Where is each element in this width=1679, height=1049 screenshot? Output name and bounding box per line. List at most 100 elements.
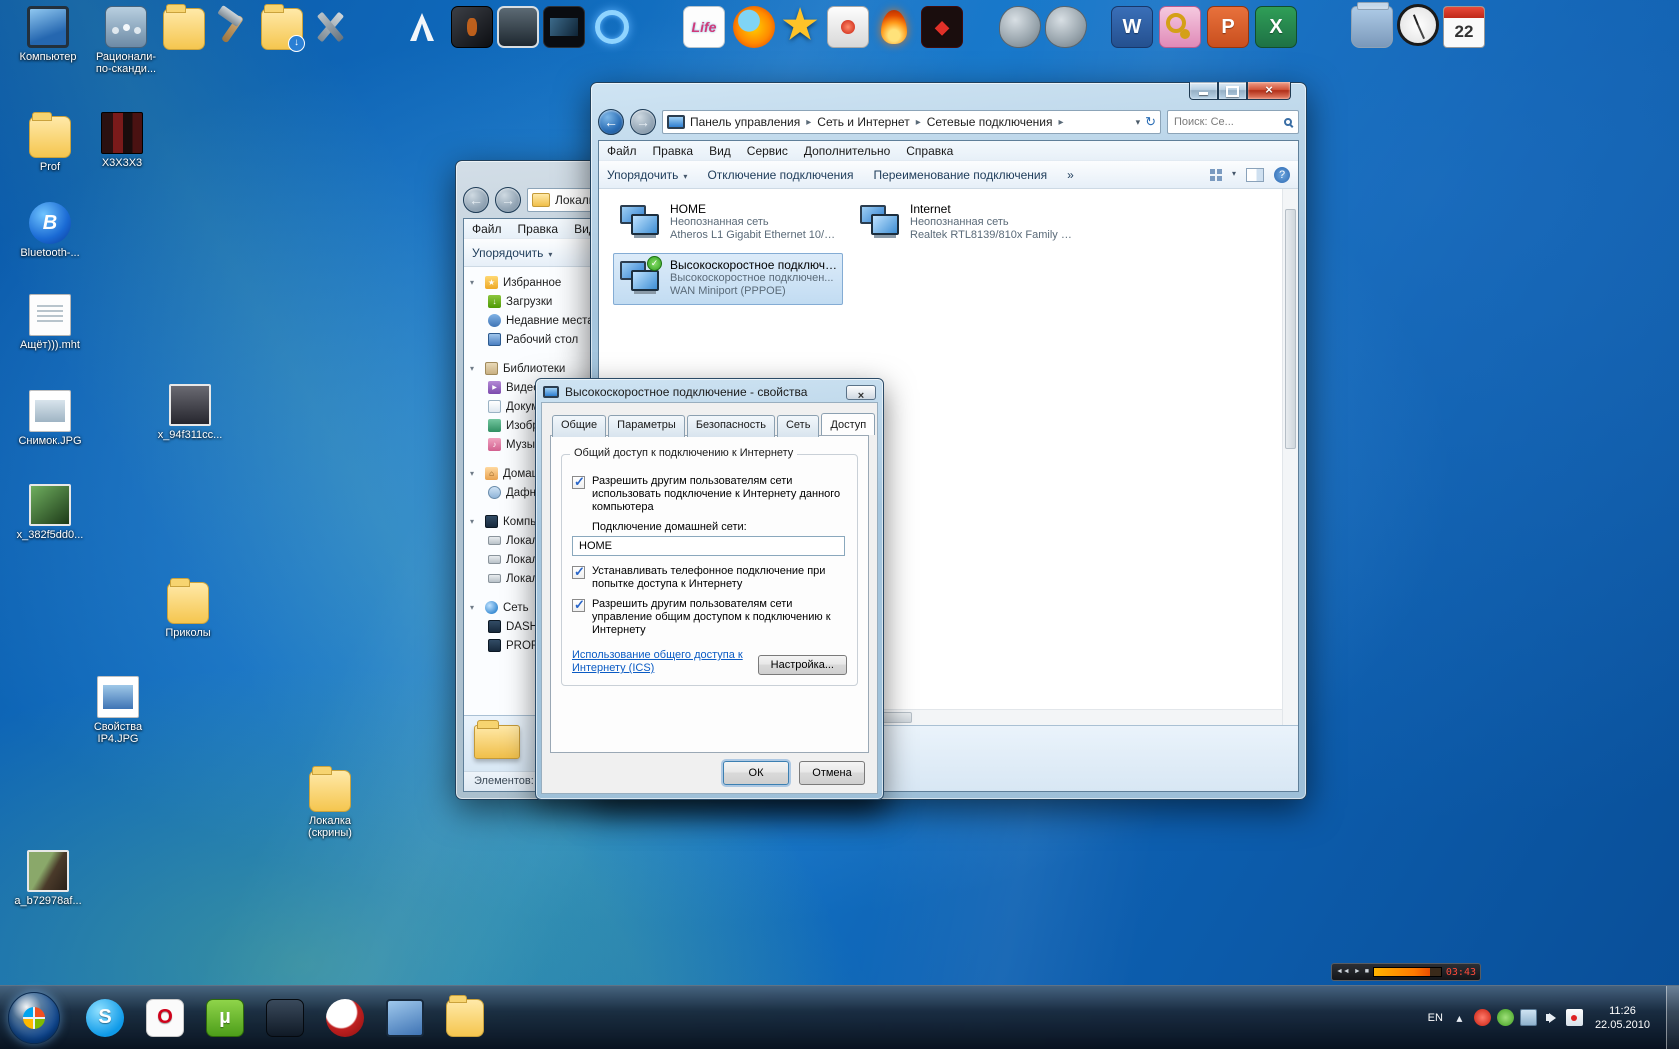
tab[interactable]: Общие (552, 415, 607, 437)
scrollbar-thumb[interactable] (1285, 209, 1296, 449)
desktop-icon[interactable]: Компьютер (10, 6, 86, 63)
close-button[interactable] (846, 384, 876, 400)
language-indicator[interactable]: EN (1420, 1012, 1451, 1024)
close-button[interactable] (1247, 82, 1291, 100)
tray-icon[interactable] (1451, 1009, 1468, 1026)
back-button[interactable] (598, 109, 624, 135)
toolbar-button[interactable]: Переименование подключения (873, 168, 1047, 182)
minimize-button[interactable] (1189, 82, 1218, 100)
search-input[interactable]: Поиск: Се... (1167, 110, 1299, 134)
desktop-icon[interactable]: Bluetooth-... (12, 202, 88, 259)
desktop-icon-label: Bluetooth-... (20, 247, 80, 259)
breadcrumb[interactable]: Панель управленияСеть и ИнтернетСетевые … (662, 110, 1161, 134)
tray-icon[interactable] (1473, 1009, 1491, 1026)
menu-item[interactable]: Дополнительно (804, 144, 890, 158)
sidebar-item-label: Недавние места (506, 314, 594, 327)
player-play-icon[interactable] (1354, 968, 1361, 976)
expander-icon[interactable] (470, 364, 480, 373)
desktop-icon[interactable]: ◆ (904, 6, 980, 48)
start-button[interactable] (8, 991, 60, 1044)
dialog-titlebar[interactable]: Высокоскоростное подключение - свойства (541, 379, 878, 402)
tray-icon[interactable] (1543, 1009, 1560, 1026)
menu-item[interactable]: Файл (472, 222, 502, 236)
desktop-icon[interactable]: 22 (1426, 6, 1502, 48)
expander-icon[interactable] (470, 469, 480, 478)
toolbar-button[interactable]: Упорядочить (607, 168, 687, 182)
menu-item[interactable]: Правка (653, 144, 694, 158)
taskbar-app-button[interactable]: O (142, 995, 188, 1041)
taskbar-app-button[interactable]: µ (202, 995, 248, 1041)
menu-item[interactable]: Файл (607, 144, 637, 158)
desktop-icon[interactable]: Приколы (150, 578, 226, 639)
breadcrumb-segment[interactable]: Сеть и Интернет (817, 115, 926, 129)
desktop-icon[interactable]: X3X3X3 (84, 112, 160, 169)
expander-icon[interactable] (470, 517, 480, 526)
preview-pane-button[interactable] (1246, 167, 1264, 182)
desktop-icon[interactable]: x_94f311cc... (152, 384, 228, 441)
toolbar-button[interactable]: Упорядочить (472, 246, 552, 260)
cancel-button[interactable]: Отмена (799, 761, 865, 785)
breadcrumb-segment[interactable]: Сетевые подключения (927, 115, 1070, 129)
mini-player[interactable]: 03:43 (1331, 963, 1481, 981)
player-prev-icon[interactable] (1336, 968, 1350, 976)
help-button[interactable] (1274, 166, 1290, 183)
maximize-button[interactable] (1218, 82, 1247, 100)
expander-icon[interactable] (470, 603, 480, 612)
forward-button[interactable] (630, 109, 656, 135)
tab[interactable]: Доступ (821, 413, 876, 435)
desktop-icon[interactable] (574, 6, 650, 48)
tab[interactable]: Сеть (776, 415, 820, 437)
checkbox-dial-on-demand[interactable] (572, 564, 585, 580)
desktop-icon[interactable]: Prof (12, 112, 88, 173)
menu-item[interactable]: Справка (906, 144, 953, 158)
settings-button[interactable]: Настройка... (757, 655, 847, 675)
desktop-icon[interactable]: x_382f5dd0... (12, 484, 88, 541)
toolbar-button[interactable]: » (1067, 168, 1074, 182)
taskbar-app-button[interactable] (382, 995, 428, 1041)
desktop-icon[interactable]: a_b72978af... (10, 850, 86, 907)
player-stop-icon[interactable] (1365, 968, 1369, 976)
views-button[interactable] (1208, 167, 1236, 183)
ok-button[interactable]: ОК (723, 761, 789, 785)
back-button[interactable] (463, 187, 489, 213)
desktop-icon[interactable]: Снимок.JPG (12, 390, 88, 447)
tab[interactable]: Безопасность (686, 415, 775, 437)
connection-properties-dialog[interactable]: Высокоскоростное подключение - свойства … (535, 378, 884, 800)
forward-button[interactable] (495, 187, 521, 213)
menu-item[interactable]: Вид (709, 144, 731, 158)
desktop-icon[interactable]: Свойства IP4.JPG (80, 676, 156, 745)
checkbox-allow-control[interactable] (572, 597, 585, 613)
checkbox-allow-sharing[interactable] (572, 474, 585, 490)
vertical-scrollbar[interactable] (1282, 189, 1298, 725)
network-connection-item[interactable]: HOME Неопознанная сеть Atheros L1 Gigabi… (613, 197, 843, 249)
toolbar-button[interactable]: Отключение подключения (707, 168, 853, 182)
window-titlebar[interactable] (598, 82, 1299, 109)
tray-icon[interactable] (1496, 1009, 1514, 1026)
breadcrumb-dropdown-icon[interactable]: ▾ (1136, 117, 1141, 128)
taskbar-app-button[interactable]: S (82, 995, 128, 1041)
ics-help-link[interactable]: Использование общего доступа к Интернету… (572, 649, 750, 675)
network-connection-item[interactable]: Internet Неопознанная сеть Realtek RTL81… (853, 197, 1083, 249)
show-desktop-button[interactable] (1666, 986, 1679, 1049)
desktop-icon[interactable]: Локалка (скрины) (292, 766, 368, 839)
refresh-icon[interactable]: ↻ (1145, 114, 1156, 130)
clock[interactable]: 11:26 22.05.2010 (1583, 1004, 1662, 1032)
desktop-icon[interactable] (1028, 6, 1104, 48)
taskbar-app-button[interactable] (322, 995, 368, 1041)
expander-icon[interactable] (470, 278, 480, 287)
player-progress-bar[interactable] (1373, 967, 1442, 977)
breadcrumb-segment[interactable]: Панель управления (690, 115, 817, 129)
desktop-icon[interactable]: Ащёт))).mht (12, 294, 88, 351)
home-network-select[interactable]: HOME (572, 536, 845, 556)
menu-item[interactable]: Сервис (747, 144, 788, 158)
network-connection-item[interactable]: Высокоскоростное подключение Высокоскоро… (613, 253, 843, 305)
taskbar-app-button[interactable] (442, 994, 488, 1041)
desktop-icon[interactable]: X (1238, 6, 1314, 48)
taskbar-app-button[interactable] (262, 995, 308, 1041)
tab[interactable]: Параметры (608, 415, 685, 437)
tray-icon[interactable] (1565, 1009, 1583, 1026)
menu-item[interactable]: Правка (518, 222, 559, 236)
tray-icon[interactable] (1519, 1009, 1537, 1026)
dialog-title: Высокоскоростное подключение - свойства (565, 385, 808, 399)
desktop-icon[interactable] (292, 6, 368, 48)
